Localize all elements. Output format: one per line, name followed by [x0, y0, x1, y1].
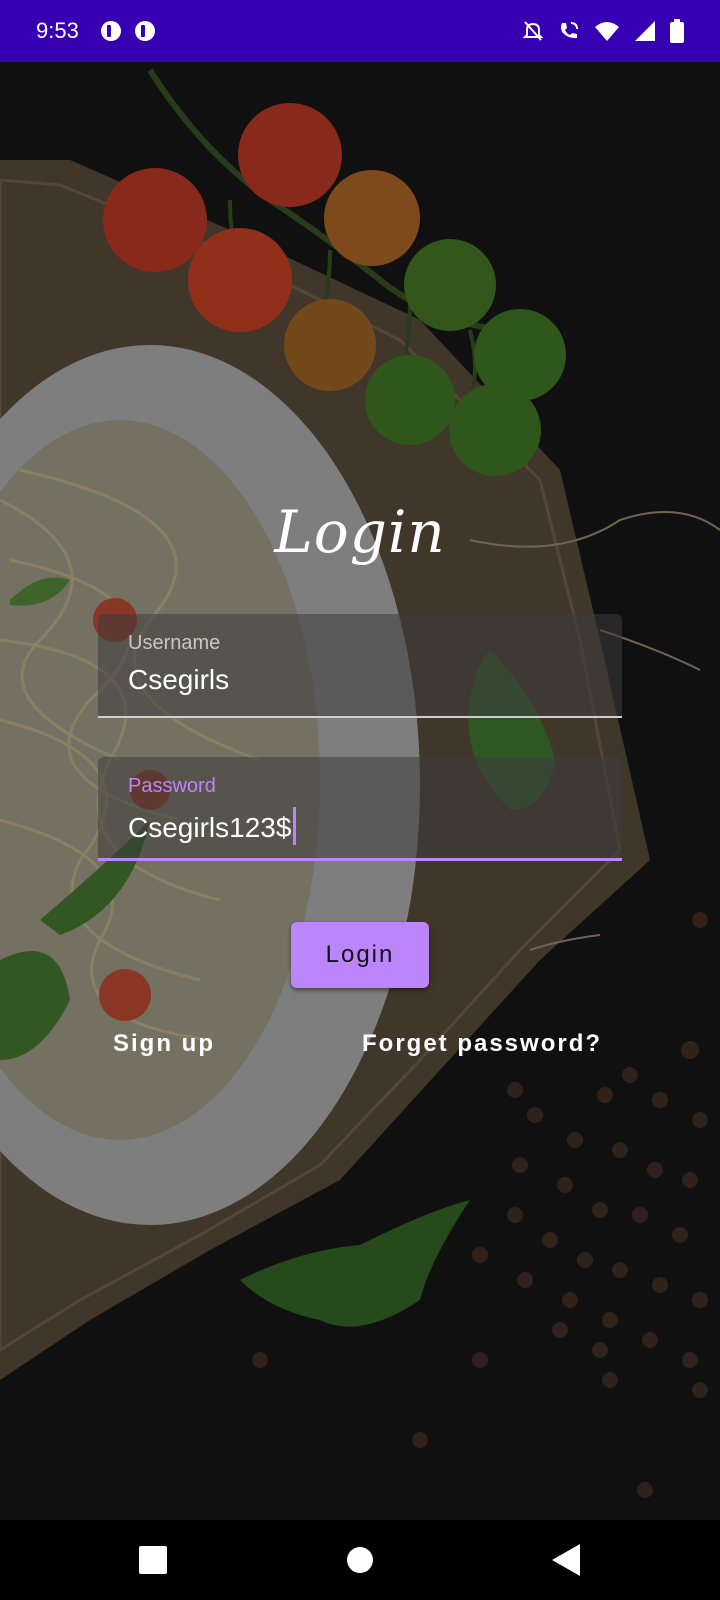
sign-up-link[interactable]: Sign up [113, 1030, 215, 1058]
do-not-disturb-icon [522, 21, 544, 41]
signal-icon [635, 21, 655, 41]
password-input[interactable]: Csegirls123$ [128, 812, 291, 843]
username-field[interactable]: Username Csegirls [98, 614, 622, 718]
login-title: Login [274, 498, 446, 566]
password-input-wrap[interactable]: Csegirls123$ [128, 807, 297, 845]
app-notification-icon [100, 21, 121, 41]
username-label: Username [128, 632, 221, 654]
recents-button[interactable] [113, 1520, 193, 1600]
password-underline [98, 858, 622, 861]
forget-password-link[interactable]: Forget password? [362, 1030, 602, 1058]
status-bar: 9:53 [0, 0, 720, 62]
battery-icon [670, 19, 684, 43]
home-circle-icon [347, 1547, 373, 1573]
text-caret [293, 807, 297, 845]
navigation-bar [0, 1520, 720, 1600]
back-triangle-icon [552, 1544, 580, 1576]
home-button[interactable] [320, 1520, 400, 1600]
username-underline [98, 716, 622, 718]
username-input[interactable]: Csegirls [128, 664, 229, 696]
back-button[interactable] [526, 1520, 606, 1600]
recents-square-icon [139, 1546, 167, 1574]
password-field[interactable]: Password Csegirls123$ [98, 757, 622, 861]
wifi-calling-icon [561, 22, 578, 39]
login-button[interactable]: Login [291, 922, 429, 988]
status-time: 9:53 [36, 18, 79, 43]
wifi-icon [595, 22, 619, 41]
app-notification-icon [134, 21, 155, 41]
password-label: Password [128, 775, 216, 797]
